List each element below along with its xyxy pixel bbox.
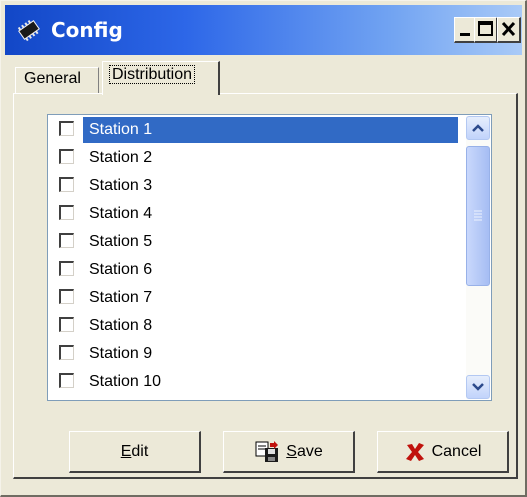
list-item[interactable]: Station 4 [49,200,458,228]
station-label: Station 7 [89,289,153,306]
tab-general-label: General [24,70,81,87]
window-title: Config [51,18,123,42]
station-label: Station 1 [89,121,153,138]
list-item[interactable]: Station 9 [49,340,458,368]
station-list-items: Station 1 Station 2 Station 3 Station 4 Stat… [49,116,458,396]
scroll-up-button[interactable] [466,116,490,140]
station-checkbox[interactable] [59,345,74,360]
config-window: Config General Distribution Station 1 Sta… [0,0,527,497]
chip-app-icon [17,20,40,42]
station-label: Station 4 [89,205,153,222]
station-label: Station 5 [89,233,153,250]
list-item[interactable]: Station 1 [49,116,458,144]
save-button[interactable]: Save [223,431,355,473]
station-checkbox[interactable] [59,149,74,164]
station-checkbox[interactable] [59,373,74,388]
tab-distribution[interactable]: Distribution [102,61,220,95]
list-item[interactable]: Station 8 [49,312,458,340]
station-checkbox[interactable] [59,317,74,332]
close-icon [501,21,516,37]
grip-icon [474,210,482,221]
close-button[interactable] [497,17,521,43]
list-item[interactable]: Station 5 [49,228,458,256]
station-checkbox[interactable] [59,261,74,276]
edit-button-label: Edit [120,442,149,460]
station-checkbox[interactable] [59,121,74,136]
vertical-scrollbar[interactable] [466,116,490,399]
scroll-down-button[interactable] [466,375,490,399]
cancel-x-icon [405,442,424,461]
cancel-button[interactable]: Cancel [377,431,509,473]
station-label: Station 8 [89,317,153,334]
tab-general[interactable]: General [15,67,99,93]
list-item[interactable]: Station 3 [49,172,458,200]
scroll-thumb[interactable] [466,146,490,286]
station-label: Station 9 [89,345,153,362]
station-checkbox[interactable] [59,233,74,248]
station-checkbox[interactable] [59,205,74,220]
chevron-down-icon [472,383,484,391]
save-icon [255,440,279,462]
list-item[interactable]: Station 7 [49,284,458,312]
station-label: Station 10 [89,373,162,390]
station-checkbox[interactable] [59,177,74,192]
title-bar[interactable]: Config [5,5,522,55]
station-checkbox[interactable] [59,289,74,304]
list-item[interactable]: Station 6 [49,256,458,284]
maximize-icon [478,21,493,36]
list-item[interactable]: Station 2 [49,144,458,172]
station-label: Station 3 [89,177,153,194]
edit-button[interactable]: Edit [69,431,201,473]
station-checklist[interactable]: Station 1 Station 2 Station 3 Station 4 Stat… [47,114,492,401]
cancel-button-label: Cancel [431,442,482,460]
tab-distribution-label: Distribution [109,65,196,84]
maximize-button[interactable] [474,17,498,43]
save-button-label: Save [286,442,323,460]
list-item[interactable]: Station 10 [49,368,458,396]
station-label: Station 6 [89,261,153,278]
station-label: Station 2 [89,149,153,166]
chevron-up-icon [472,124,484,132]
